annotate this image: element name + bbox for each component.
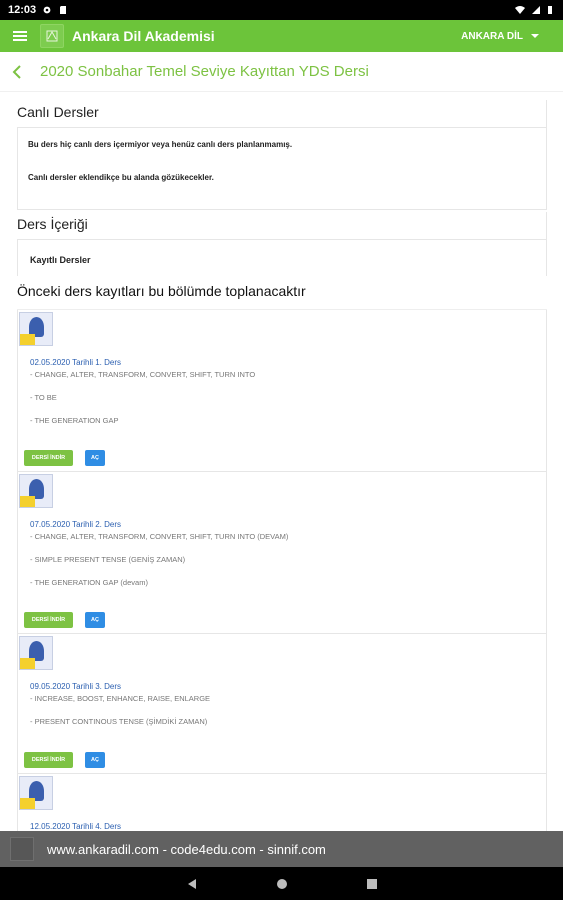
lesson-date: 02.05.2020 Tarihli 1. Ders bbox=[30, 358, 122, 367]
app-bar: Ankara Dil Akademisi ANKARA DİL bbox=[0, 20, 563, 52]
lesson-topics: - CHANGE, ALTER, TRANSFORM, CONVERT, SHI… bbox=[30, 532, 288, 601]
footer-banner: www.ankaradil.com - code4edu.com - sinni… bbox=[0, 831, 563, 867]
lesson-thumbnail bbox=[19, 776, 53, 810]
lesson-date: 12.05.2020 Tarihli 4. Ders bbox=[30, 822, 122, 831]
footer-text: www.ankaradil.com - code4edu.com - sinni… bbox=[47, 841, 326, 857]
course-content: Canlı Dersler Bu ders hiç canlı ders içe… bbox=[17, 100, 547, 834]
open-lesson-button[interactable]: AÇ bbox=[85, 752, 105, 768]
back-arrow-icon bbox=[12, 64, 21, 79]
nav-back-icon[interactable] bbox=[186, 878, 198, 890]
footer-logo-icon bbox=[10, 837, 34, 861]
content-section-title: Ders İçeriği bbox=[17, 212, 547, 240]
nav-home-icon[interactable] bbox=[276, 878, 288, 890]
lesson-date: 07.05.2020 Tarihli 2. Ders bbox=[30, 520, 122, 529]
settings-icon bbox=[43, 6, 51, 14]
signal-icon bbox=[532, 6, 540, 14]
page-title: 2020 Sonbahar Temel Seviye Kayıttan YDS … bbox=[40, 63, 369, 80]
menu-button[interactable] bbox=[0, 20, 40, 52]
lesson-date: 09.05.2020 Tarihli 3. Ders bbox=[30, 682, 122, 691]
lesson-topic: - PRESENT CONTINOUS TENSE (ŞİMDİKİ ZAMAN… bbox=[30, 717, 208, 726]
lesson-topic: - TO BE bbox=[30, 393, 57, 402]
logo-icon bbox=[46, 30, 58, 42]
live-section-title: Canlı Dersler bbox=[17, 100, 547, 128]
lesson-topic: - CHANGE, ALTER, TRANSFORM, CONVERT, SHI… bbox=[30, 532, 289, 541]
lesson-topic: - CHANGE, ALTER, TRANSFORM, CONVERT, SHI… bbox=[30, 370, 256, 379]
lesson-topic: - SIMPLE PRESENT TENSE (GENİŞ ZAMAN) bbox=[30, 555, 186, 564]
download-lesson-button[interactable]: DERSİ İNDİR bbox=[24, 752, 73, 768]
app-title: Ankara Dil Akademisi bbox=[72, 28, 215, 44]
nav-recents-icon[interactable] bbox=[366, 878, 378, 890]
status-bar: 12:03 bbox=[0, 0, 563, 20]
lesson-topic: - INCREASE, BOOST, ENHANCE, RAISE, ENLAR… bbox=[30, 694, 211, 703]
live-empty-card: Bu ders hiç canlı ders içermiyor veya he… bbox=[17, 128, 547, 210]
lesson-thumbnail bbox=[19, 312, 53, 346]
system-nav-bar bbox=[0, 867, 563, 900]
live-empty-message: Bu ders hiç canlı ders içermiyor veya he… bbox=[28, 140, 293, 149]
lesson-card: 09.05.2020 Tarihli 3. Ders - INCREASE, B… bbox=[17, 634, 547, 774]
open-lesson-button[interactable]: AÇ bbox=[85, 612, 105, 628]
chevron-down-icon bbox=[531, 34, 539, 38]
lesson-card: 12.05.2020 Tarihli 4. Ders bbox=[17, 774, 547, 834]
app-logo bbox=[40, 24, 64, 48]
hamburger-icon bbox=[13, 31, 27, 41]
lesson-topic: - THE GENERATION GAP bbox=[30, 416, 119, 425]
live-empty-hint: Canlı dersler eklendikçe bu alanda gözük… bbox=[28, 173, 214, 182]
app-root: 12:03 Ankara Dil Akademisi ANKARA DİL 20… bbox=[0, 0, 563, 900]
download-lesson-button[interactable]: DERSİ İNDİR bbox=[24, 612, 73, 628]
previous-recordings-title: Önceki ders kayıtları bu bölümde toplana… bbox=[17, 276, 547, 310]
lesson-thumbnail bbox=[19, 636, 53, 670]
download-lesson-button[interactable]: DERSİ İNDİR bbox=[24, 450, 73, 466]
lesson-topics: - CHANGE, ALTER, TRANSFORM, CONVERT, SHI… bbox=[30, 370, 255, 439]
open-lesson-button[interactable]: AÇ bbox=[85, 450, 105, 466]
status-time: 12:03 bbox=[8, 4, 37, 16]
sd-card-icon bbox=[60, 6, 67, 14]
user-label: ANKARA DİL bbox=[461, 30, 523, 42]
back-button[interactable] bbox=[0, 52, 34, 92]
page-header: 2020 Sonbahar Temel Seviye Kayıttan YDS … bbox=[0, 52, 563, 92]
lesson-topics: - INCREASE, BOOST, ENHANCE, RAISE, ENLAR… bbox=[30, 694, 210, 740]
lesson-card: 07.05.2020 Tarihli 2. Ders - CHANGE, ALT… bbox=[17, 472, 547, 634]
lesson-card: 02.05.2020 Tarihli 1. Ders - CHANGE, ALT… bbox=[17, 310, 547, 472]
lesson-topic: - THE GENERATION GAP (devam) bbox=[30, 578, 148, 587]
lesson-thumbnail bbox=[19, 474, 53, 508]
battery-icon bbox=[548, 6, 552, 14]
recorded-label: Kayıtlı Dersler bbox=[17, 240, 547, 276]
user-menu[interactable]: ANKARA DİL bbox=[461, 31, 539, 42]
wifi-icon bbox=[515, 6, 525, 14]
